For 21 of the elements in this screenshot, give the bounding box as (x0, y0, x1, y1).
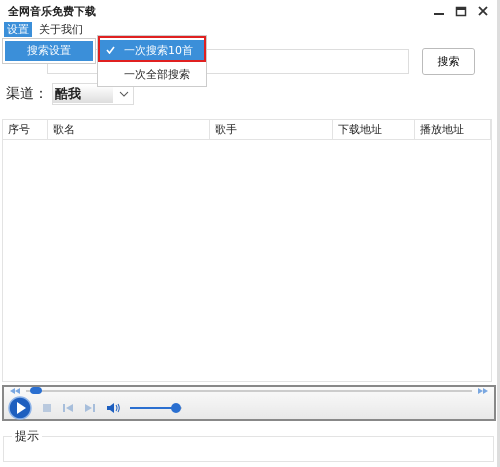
menu-item[interactable]: 关于我们 (36, 22, 86, 37)
close-icon[interactable] (477, 5, 489, 17)
chevron-down-icon (119, 91, 129, 97)
column-header[interactable]: 下载地址 (333, 120, 415, 139)
hint-title: 提示 (14, 428, 40, 445)
column-header[interactable]: 歌手 (210, 120, 333, 139)
window-title: 全网音乐免费下载 (8, 4, 96, 18)
fast-forward-icon[interactable] (478, 388, 488, 394)
play-button[interactable] (8, 396, 32, 420)
seek-slider[interactable] (30, 387, 42, 394)
check-icon (106, 46, 115, 54)
column-header[interactable]: 序号 (3, 120, 48, 139)
column-header[interactable]: 歌名 (48, 120, 210, 139)
menu-option[interactable]: 一次全部搜索 (100, 64, 204, 84)
channel-label: 渠道： (6, 85, 48, 103)
rewind-icon[interactable] (10, 388, 20, 394)
search-button[interactable]: 搜索 (422, 48, 475, 75)
maximize-icon[interactable] (455, 5, 467, 17)
volume-icon[interactable] (106, 402, 120, 414)
volume-slider[interactable] (170, 403, 181, 413)
column-header[interactable]: 播放地址 (415, 120, 491, 139)
